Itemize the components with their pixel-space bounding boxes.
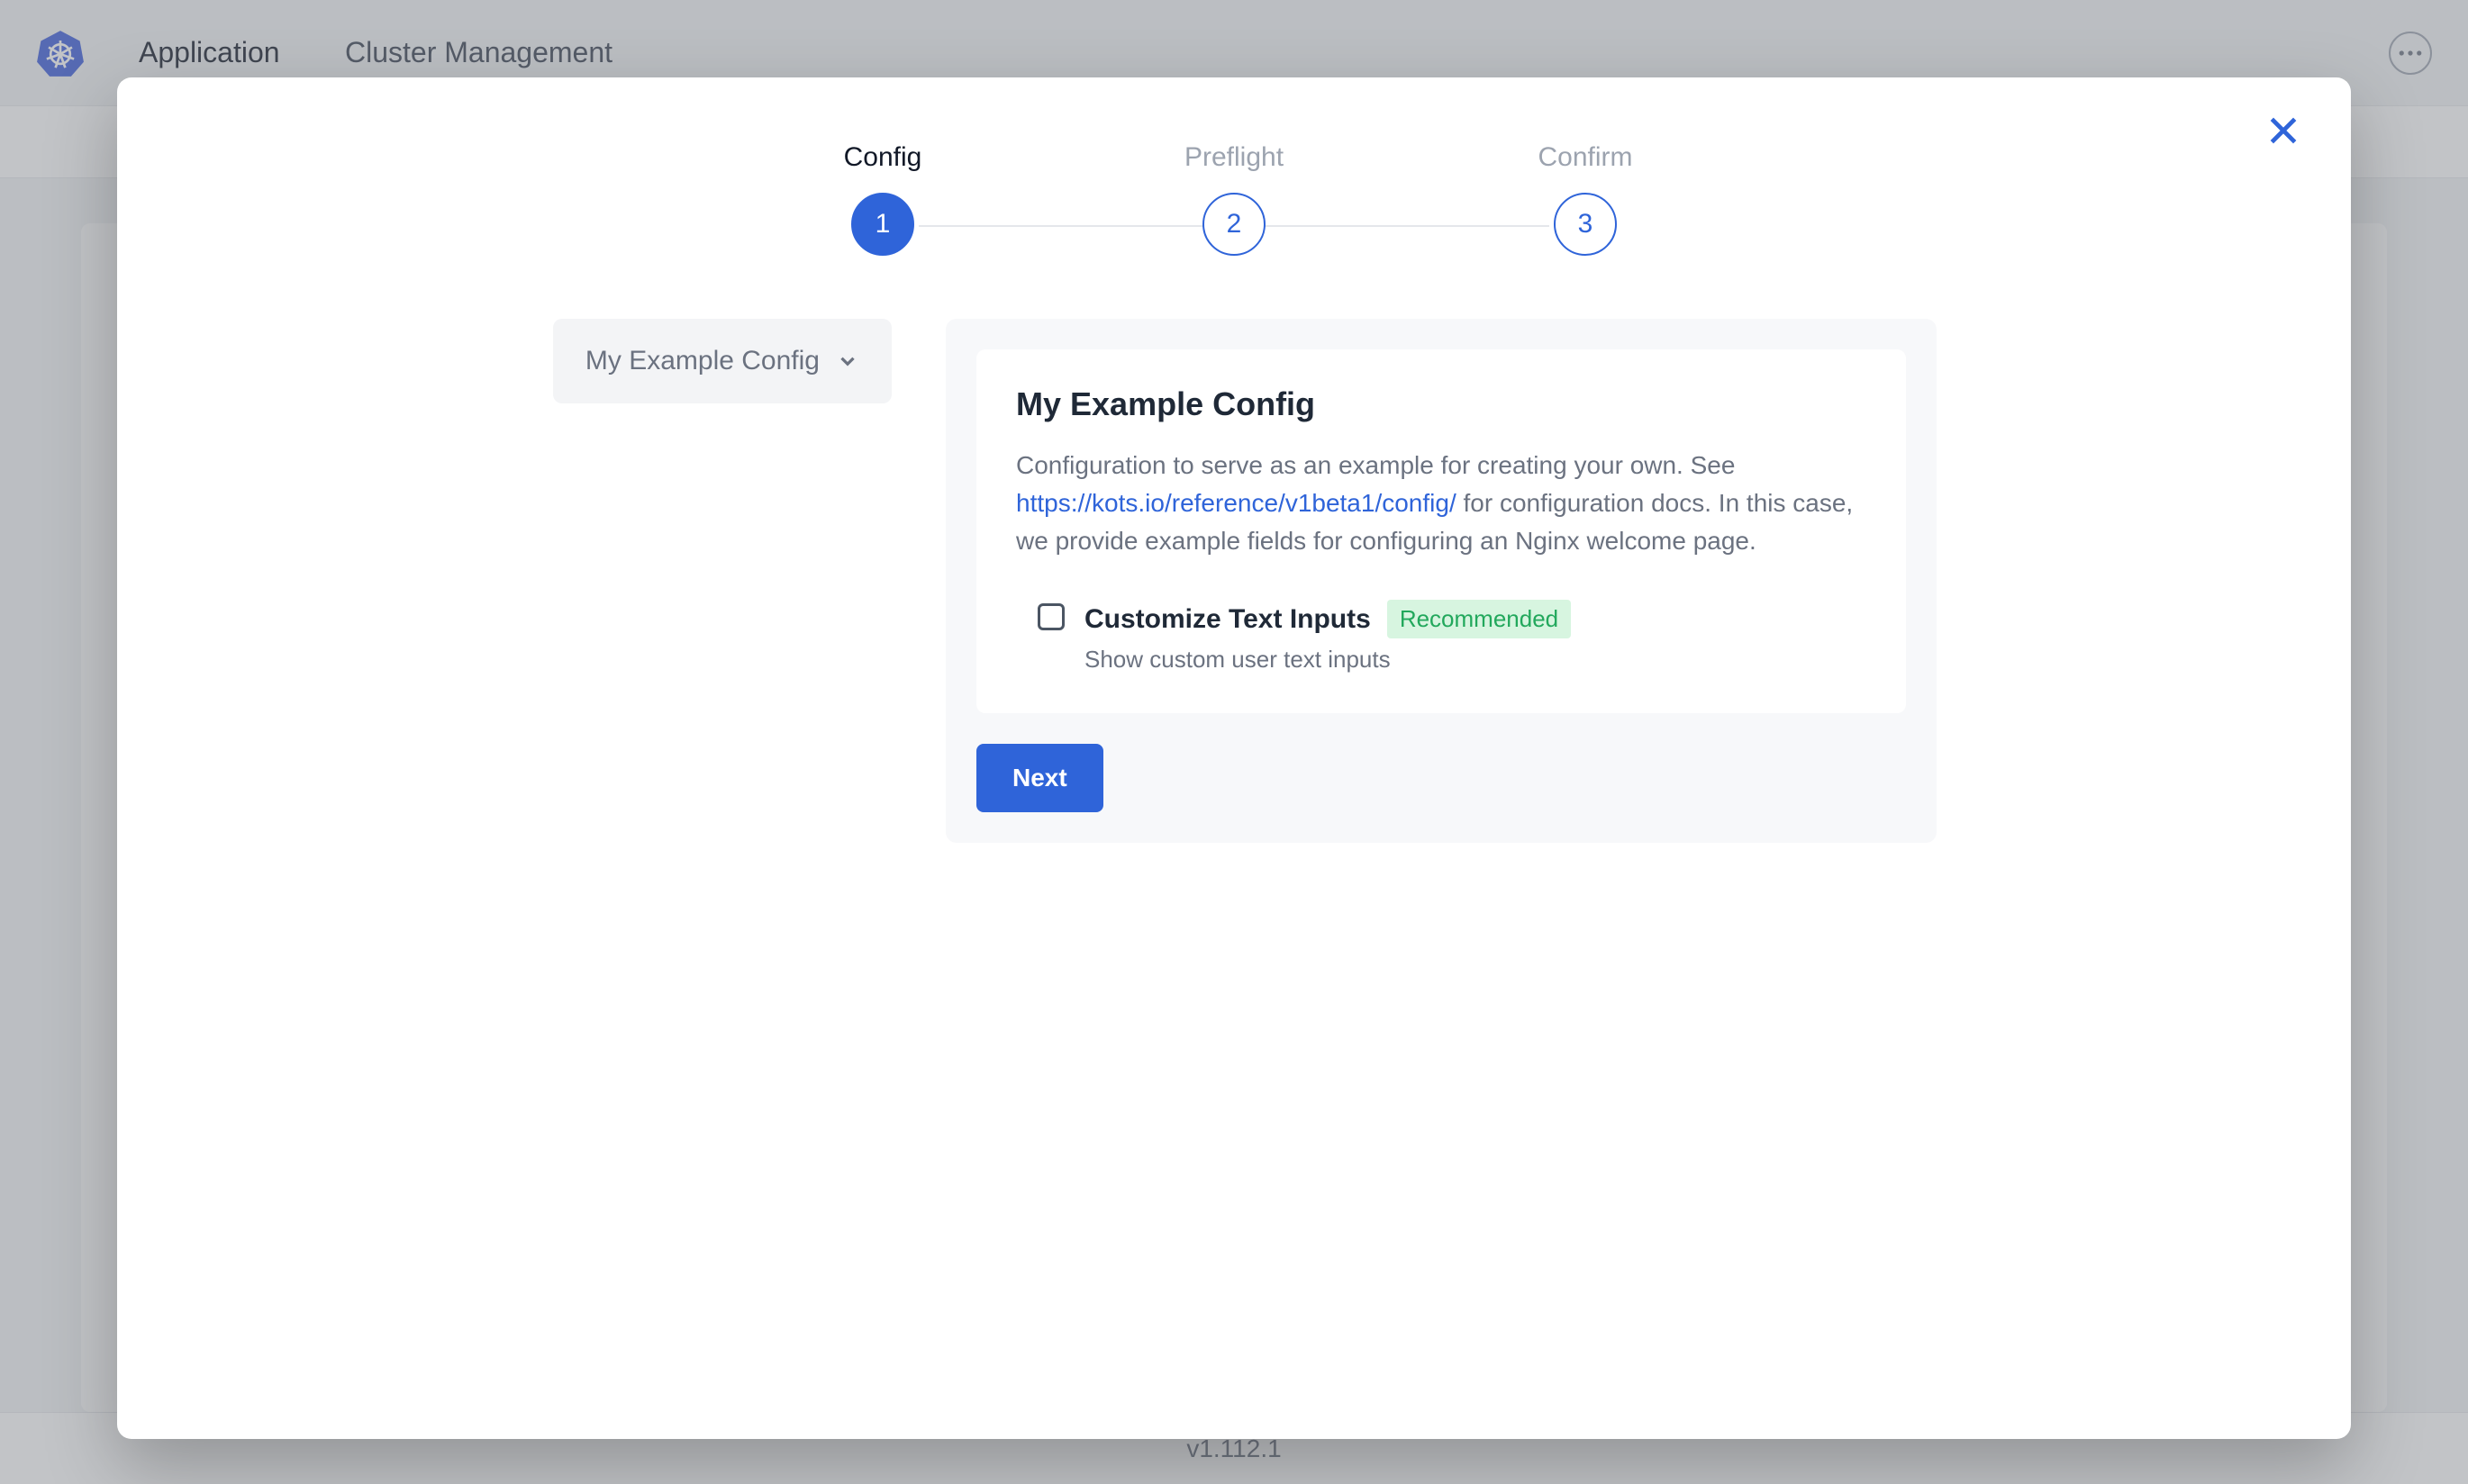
step-config[interactable]: Config 1	[829, 142, 937, 256]
step-number: 3	[1554, 193, 1617, 256]
wizard-stepper: Config 1 Preflight 2 Confirm 3	[829, 142, 1639, 256]
config-card: My Example Config Configuration to serve…	[976, 349, 1906, 713]
step-number: 2	[1202, 193, 1266, 256]
config-panel: My Example Config Configuration to serve…	[946, 319, 1937, 843]
step-number: 1	[851, 193, 914, 256]
config-docs-link[interactable]: https://kots.io/reference/v1beta1/config…	[1016, 489, 1456, 517]
close-button[interactable]	[2261, 108, 2306, 153]
step-preflight[interactable]: Preflight 2	[1180, 142, 1288, 256]
chevron-down-icon	[836, 349, 859, 373]
next-button[interactable]: Next	[976, 744, 1103, 812]
step-label: Confirm	[1538, 142, 1632, 173]
recommended-badge: Recommended	[1387, 600, 1571, 638]
step-confirm[interactable]: Confirm 3	[1531, 142, 1639, 256]
stepper-line	[919, 225, 1216, 227]
config-title: My Example Config	[1016, 385, 1866, 423]
stepper-line	[1252, 225, 1549, 227]
customize-text-inputs-checkbox[interactable]	[1038, 603, 1065, 630]
config-desc-pre: Configuration to serve as an example for…	[1016, 451, 1735, 479]
config-modal: Config 1 Preflight 2 Confirm 3 My Exampl…	[117, 77, 2351, 1439]
config-option-row: Customize Text Inputs Recommended Show c…	[1016, 600, 1866, 674]
config-group-selector[interactable]: My Example Config	[553, 319, 892, 403]
close-icon	[2266, 113, 2300, 148]
config-group-label: My Example Config	[585, 346, 820, 376]
config-main: My Example Config Configuration to serve…	[946, 319, 1937, 843]
config-option-label: Customize Text Inputs	[1084, 604, 1371, 635]
step-label: Config	[844, 142, 922, 173]
modal-body: My Example Config My Example Config Conf…	[171, 319, 2297, 843]
step-label: Preflight	[1184, 142, 1284, 173]
config-sidebar: My Example Config	[531, 319, 892, 403]
config-option-text: Customize Text Inputs Recommended Show c…	[1084, 600, 1571, 674]
config-option-subtext: Show custom user text inputs	[1084, 646, 1571, 674]
config-description: Configuration to serve as an example for…	[1016, 447, 1866, 560]
